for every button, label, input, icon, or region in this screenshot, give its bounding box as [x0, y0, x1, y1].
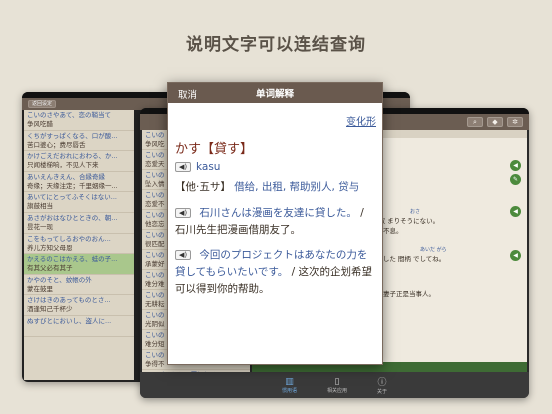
cancel-button[interactable]: 取消 [178, 87, 197, 101]
meaning-text: 借给, 出租, 帮助别人, 贷与 [234, 181, 360, 193]
list-item-meaning: 有其父必有其子 [27, 264, 73, 273]
settings-back-button[interactable]: 返回设定 [28, 100, 57, 108]
romaji-reading: kasu [196, 161, 221, 173]
example-sentence: よ。 …，妻子正是当事人。 [370, 280, 435, 298]
list-item[interactable]: ぬすびとにおいし、盗人に... [24, 316, 134, 337]
list-item[interactable]: かけごえだおれにおわる、か... 只闻楼梯响，不见人下来 [24, 151, 134, 172]
back-idiom-list: こいのさやあて、恋の鞘当て 争风吃醋 くちがすっぱくなる、口が酸... 苦口婆心；费尽… [24, 110, 134, 380]
speaker-icon[interactable]: ◀ [510, 160, 521, 171]
meaning: 【他·五サ】 借给, 出租, 帮助别人, 贷与 [175, 179, 376, 195]
tab-about[interactable]: ⓘ 关于 [377, 375, 387, 395]
speaker-icon[interactable]: ◀ [510, 250, 521, 261]
list-item-reading: あさがおはなひとときの、朝... [27, 213, 118, 222]
list-item-meaning: 昙花一现 [27, 222, 53, 231]
list-item[interactable]: かやのそと、蚊帳の外 蒙在鼓里 [24, 275, 134, 296]
headword: かす【貸す】 [175, 142, 254, 157]
list-item-reading: かけごえだおれにおわる、か... [27, 152, 118, 161]
book-icon: ▥ [285, 376, 294, 387]
word-definition-popup: 取消 单词解释 变化形 かす【貸す】 ◀) kasu 【他·五サ】 借给, 出租… [167, 82, 383, 365]
conjugation-link[interactable]: 变化形 [346, 113, 376, 128]
example-1: ◀) 石川さんは漫画を友達に貸した。 / 石川先生把漫画借朋友了。 [175, 205, 376, 239]
list-item[interactable]: さけはきのあってものとさ... 酒逢知己千杯少 [24, 295, 134, 316]
list-item[interactable]: あいてにとってふそくはない... 旗鼓相当 [24, 192, 134, 213]
example-2: ◀) 今回のプロジェクトはあなたの力を貸してもらいたいです。 / 这次的企划希望… [175, 247, 376, 298]
list-item[interactable]: くちがすっぱくなる、口が酸... 苦口婆心；费尽唇舌 [24, 131, 134, 152]
example-sentence: おさ い 収 まりそうにない。 以平不息。 [370, 209, 440, 235]
list-item-meaning: 酒逢知己千杯少 [27, 305, 73, 314]
list-item-meaning: 争风吃醋 [27, 120, 53, 128]
phone-icon: ▯ [334, 376, 340, 387]
popup-title: 单词解释 [255, 89, 294, 100]
speaker-icon[interactable]: ◀) [175, 162, 191, 172]
list-item[interactable]: あさがおはなひとときの、朝... 昙花一现 [24, 213, 134, 234]
search-icon[interactable]: ⌕ [467, 117, 483, 127]
tag-icon[interactable]: ◆ [487, 117, 503, 127]
list-item-reading: くちがすっぱくなる、口が酸... [27, 131, 118, 140]
list-item-meaning: 只闻楼梯响，不见人下来 [27, 161, 99, 170]
part-of-speech: 【他·五サ】 [175, 181, 231, 193]
list-item-meaning: 养儿方知父母恩 [27, 243, 73, 252]
example-1-japanese: 石川さんは漫画を友達に貸した。 [199, 207, 357, 219]
list-item-reading: ぬすびとにおいし、盗人に... [27, 316, 112, 325]
list-item[interactable]: あいえんきえん、合縁奇縁 奇缘；天缘注定；千里姻缘一... [24, 172, 134, 193]
list-item[interactable]: かえるのこはかえる、蛙の子... 有其父必有其子 [24, 254, 134, 275]
list-item[interactable]: こをもってしるおやのおん... 养儿方知父母恩 [24, 234, 134, 255]
gear-icon[interactable]: ✲ [507, 117, 523, 127]
speaker-icon[interactable]: ◀ [510, 206, 521, 217]
speaker-icon[interactable]: ◀) [175, 250, 191, 260]
list-item-reading: かえるのこはかえる、蛙の子... [27, 255, 118, 264]
list-item-reading: さけはきのあってものとさ... [27, 296, 111, 305]
list-item-meaning: 旗鼓相当 [27, 202, 53, 211]
tab-idioms[interactable]: ▥ 惯用语 [282, 377, 297, 394]
tab-bar: ▥ 惯用语 ▯ 相关应用 ⓘ 关于 [140, 372, 529, 398]
list-item-meaning: 苦口婆心；费尽唇舌 [27, 140, 86, 149]
headline: 说明文字可以连结查询 [186, 35, 366, 55]
definition-body: かす【貸す】 ◀) kasu 【他·五サ】 借给, 出租, 帮助别人, 贷与 ◀… [175, 138, 376, 298]
list-item-reading: こをもってしるおやのおん... [27, 234, 111, 243]
speaker-icon[interactable]: ◀) [175, 208, 191, 218]
list-item[interactable]: こいのさやあて、恋の鞘当て 争风吃醋 [24, 110, 134, 131]
example-sentence: あいだ がら てをした 間柄 でしてね。 [370, 247, 447, 263]
list-item-reading: こいのさやあて、恋の鞘当て [27, 111, 112, 119]
info-icon: ⓘ [377, 378, 387, 388]
list-item-meaning: 蒙在鼓里 [27, 284, 53, 293]
popup-title-bar: 取消 单词解释 [168, 83, 382, 103]
list-item-reading: かやのそと、蚊帳の外 [27, 275, 92, 284]
edit-icon[interactable]: ✎ [510, 174, 521, 185]
tab-related-apps[interactable]: ▯ 相关应用 [327, 377, 347, 394]
list-item-meaning: 奇缘；天缘注定；千里姻缘一... [27, 181, 118, 190]
list-item-reading: あいえんきえん、合縁奇縁 [27, 172, 105, 181]
